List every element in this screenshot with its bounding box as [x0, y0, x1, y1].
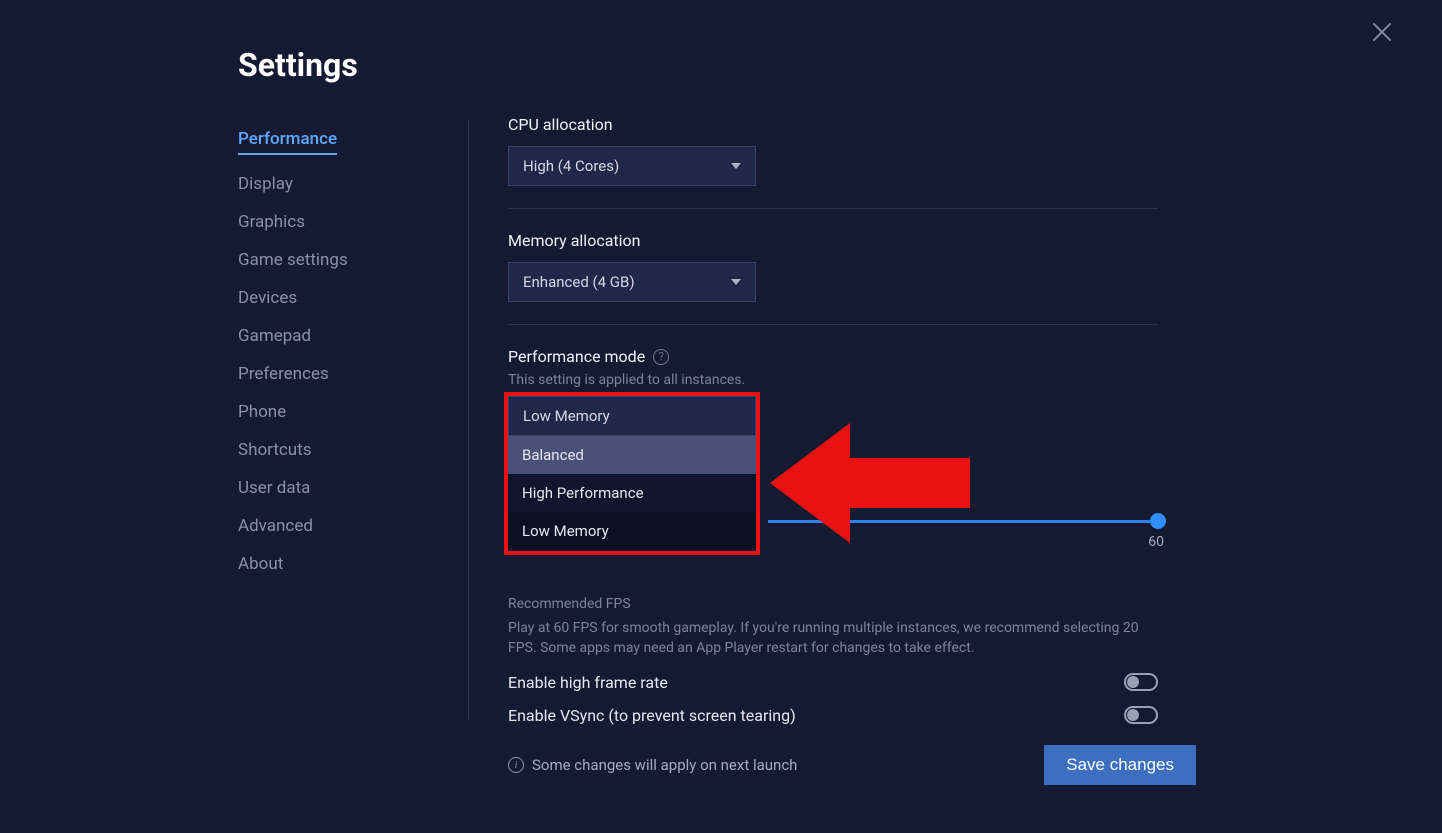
- save-button[interactable]: Save changes: [1044, 745, 1196, 785]
- sidebar-item-gamepad[interactable]: Gamepad: [238, 317, 438, 355]
- info-icon: i: [508, 757, 524, 773]
- performance-mode-hint: This setting is applied to all instances…: [508, 372, 1158, 388]
- performance-mode-value: Low Memory: [523, 407, 610, 425]
- fps-slider[interactable]: 60: [768, 520, 1158, 523]
- sidebar-item-about[interactable]: About: [238, 545, 438, 583]
- sidebar-item-graphics[interactable]: Graphics: [238, 203, 438, 241]
- performance-mode-label-text: Performance mode: [508, 347, 645, 366]
- sidebar-item-display[interactable]: Display: [238, 165, 438, 203]
- fps-slider-wrap: 60: [508, 520, 1158, 523]
- vertical-divider: [468, 120, 469, 720]
- help-icon[interactable]: ?: [653, 349, 669, 365]
- fps-slider-max: 60: [1148, 534, 1164, 550]
- toggle-high-frame-rate[interactable]: [1124, 673, 1158, 691]
- sidebar-item-user-data[interactable]: User data: [238, 469, 438, 507]
- sidebar-item-preferences[interactable]: Preferences: [238, 355, 438, 393]
- cpu-label: CPU allocation: [508, 115, 1158, 134]
- sidebar-item-game-settings[interactable]: Game settings: [238, 241, 438, 279]
- content-panel: CPU allocation High (4 Cores) Memory all…: [508, 115, 1158, 725]
- performance-mode-option-low[interactable]: Low Memory: [508, 512, 756, 550]
- cpu-section: CPU allocation High (4 Cores): [508, 115, 1158, 186]
- fps-info-title: Recommended FPS: [508, 596, 1158, 612]
- performance-mode-select[interactable]: Low Memory: [508, 396, 756, 436]
- fps-slider-thumb[interactable]: [1150, 513, 1166, 529]
- divider: [508, 324, 1158, 325]
- memory-select[interactable]: Enhanced (4 GB): [508, 262, 756, 302]
- close-icon: [1370, 20, 1394, 44]
- caret-down-icon: [731, 279, 741, 285]
- toggle-high-frame-rate-row: Enable high frame rate: [508, 673, 1158, 692]
- footer: i Some changes will apply on next launch…: [508, 745, 1196, 785]
- performance-mode-options: Balanced High Performance Low Memory: [508, 436, 756, 550]
- toggle-vsync-label: Enable VSync (to prevent screen tearing): [508, 706, 796, 725]
- cpu-select[interactable]: High (4 Cores): [508, 146, 756, 186]
- page-title: Settings: [238, 46, 358, 84]
- caret-down-icon: [731, 163, 741, 169]
- footer-note-text: Some changes will apply on next launch: [532, 756, 797, 774]
- memory-select-value: Enhanced (4 GB): [523, 273, 635, 291]
- performance-mode-option-balanced[interactable]: Balanced: [508, 436, 756, 474]
- performance-mode-option-high[interactable]: High Performance: [508, 474, 756, 512]
- close-button[interactable]: [1370, 20, 1394, 44]
- footer-note: i Some changes will apply on next launch: [508, 756, 797, 774]
- cpu-select-value: High (4 Cores): [523, 157, 619, 175]
- memory-section: Memory allocation Enhanced (4 GB): [508, 231, 1158, 302]
- toggle-vsync[interactable]: [1124, 706, 1158, 724]
- toggle-high-frame-rate-label: Enable high frame rate: [508, 673, 668, 692]
- memory-label: Memory allocation: [508, 231, 1158, 250]
- fps-info-text: Play at 60 FPS for smooth gameplay. If y…: [508, 618, 1148, 659]
- sidebar-item-shortcuts[interactable]: Shortcuts: [238, 431, 438, 469]
- sidebar-item-phone[interactable]: Phone: [238, 393, 438, 431]
- divider: [508, 208, 1158, 209]
- sidebar-item-devices[interactable]: Devices: [238, 279, 438, 317]
- toggle-vsync-row: Enable VSync (to prevent screen tearing): [508, 706, 1158, 725]
- sidebar-item-performance[interactable]: Performance: [238, 120, 337, 155]
- performance-mode-label: Performance mode ?: [508, 347, 1158, 366]
- fps-info: Recommended FPS Play at 60 FPS for smoot…: [508, 596, 1158, 659]
- sidebar-item-advanced[interactable]: Advanced: [238, 507, 438, 545]
- sidebar: Performance Display Graphics Game settin…: [238, 120, 438, 583]
